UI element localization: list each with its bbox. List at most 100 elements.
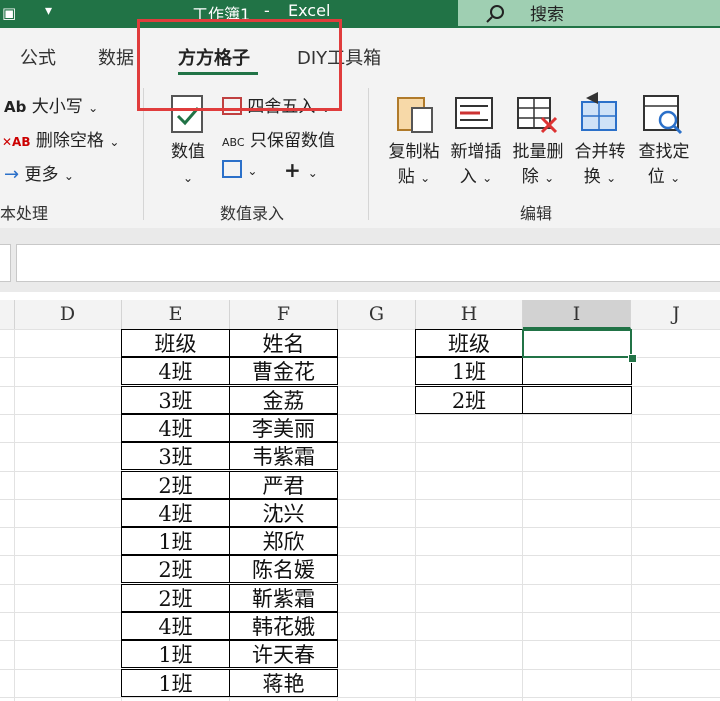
grid-hline: [0, 669, 720, 670]
search-box[interactable]: 搜索: [458, 0, 720, 26]
chevron-down-icon: ⌄: [182, 171, 194, 185]
side-header-cell[interactable]: 班级: [415, 329, 523, 357]
group-divider: [368, 88, 369, 220]
class-cell[interactable]: 4班: [121, 499, 230, 527]
insert-label-2: 入: [459, 167, 477, 187]
more-button[interactable]: → 更多 ⌄: [4, 160, 74, 185]
copy-paste-button[interactable]: 复制粘 贴 ⌄: [384, 140, 444, 191]
insert-button[interactable]: 新增插 入 ⌄: [446, 140, 506, 191]
app-name: Excel: [288, 1, 331, 20]
chevron-down-icon: ⌄: [606, 171, 617, 185]
class-cell[interactable]: 1班: [121, 669, 230, 697]
class-cell[interactable]: 2班: [121, 471, 230, 499]
numeric-button[interactable]: 数值 ⌄: [160, 140, 216, 191]
formula-input[interactable]: [16, 244, 720, 282]
name-cell[interactable]: 靳紫霜: [229, 584, 338, 612]
name-cell[interactable]: 沈兴: [229, 499, 338, 527]
name-box[interactable]: [0, 244, 11, 282]
class-cell[interactable]: 4班: [121, 612, 230, 640]
search-icon: [486, 5, 504, 23]
grid-hline: [0, 442, 720, 443]
chevron-down-icon: ⌄: [109, 135, 120, 149]
keep-values-button[interactable]: ABC 只保留数值: [222, 126, 335, 151]
class-cell[interactable]: 1班: [121, 527, 230, 555]
name-cell[interactable]: 李美丽: [229, 414, 338, 442]
chevron-down-icon: ⌄: [670, 171, 681, 185]
name-cell[interactable]: 陈名媛: [229, 555, 338, 583]
edit-list-button[interactable]: ⌄: [222, 160, 257, 180]
side-value-cell[interactable]: [522, 357, 632, 385]
find-locate-label-2: 位: [647, 167, 665, 187]
grid-hline: [0, 584, 720, 585]
header-cell-class[interactable]: 班级: [121, 329, 230, 357]
grid-hline: [0, 471, 720, 472]
class-cell[interactable]: 3班: [121, 442, 230, 470]
group-label-text-processing: 本处理: [0, 204, 49, 223]
name-cell[interactable]: 金荔: [229, 386, 338, 414]
plus-button[interactable]: + ⌄: [284, 158, 318, 182]
merge-convert-button[interactable]: 合并转 换 ⌄: [570, 140, 630, 191]
class-cell[interactable]: 3班: [121, 386, 230, 414]
column-header-h[interactable]: H: [416, 300, 523, 329]
side-class-cell[interactable]: 2班: [415, 386, 523, 414]
chevron-down-icon: ⌄: [88, 101, 99, 115]
grid-hline: [0, 612, 720, 613]
name-cell[interactable]: 蒋艳: [229, 669, 338, 697]
tab-data[interactable]: 数据: [98, 44, 134, 70]
batch-delete-label-2: 除: [521, 167, 539, 187]
name-cell[interactable]: 许天春: [229, 640, 338, 668]
class-cell[interactable]: 4班: [121, 357, 230, 385]
fill-handle[interactable]: [628, 354, 637, 363]
batch-delete-icon: [517, 97, 558, 134]
column-header-i[interactable]: I: [523, 300, 631, 329]
name-cell[interactable]: 韩花娥: [229, 612, 338, 640]
save-icon[interactable]: ▣: [2, 4, 20, 22]
abc-icon: ABC: [222, 136, 245, 149]
column-header-f[interactable]: F: [230, 300, 338, 329]
case-button[interactable]: Ab 大小写 ⌄: [4, 92, 98, 117]
chevron-down-icon: ⌄: [307, 166, 318, 180]
class-cell[interactable]: 2班: [121, 555, 230, 583]
remove-spaces-label: 删除空格: [35, 131, 104, 151]
batch-delete-button[interactable]: 批量删 除 ⌄: [508, 140, 568, 191]
remove-spaces-button[interactable]: ✕AB 删除空格 ⌄: [2, 126, 119, 151]
header-cell-name[interactable]: 姓名: [229, 329, 338, 357]
merge-convert-icon: [581, 92, 617, 131]
side-value-cell[interactable]: [522, 386, 632, 414]
edit-list-icon: [222, 160, 242, 178]
class-cell[interactable]: 2班: [121, 584, 230, 612]
ribbon-tabs: 公式 数据 方方格子 DIY工具箱: [0, 28, 720, 80]
column-header-g[interactable]: G: [338, 300, 416, 329]
column-header-d[interactable]: D: [14, 300, 122, 329]
case-label: 大小写: [31, 97, 83, 117]
grid-hline: [0, 640, 720, 641]
side-class-cell[interactable]: 1班: [415, 357, 523, 385]
copy-paste-label-2: 贴: [397, 167, 415, 187]
column-header-e[interactable]: E: [122, 300, 230, 329]
find-locate-button[interactable]: 查找定 位 ⌄: [634, 140, 694, 191]
copy-paste-label-1: 复制粘: [388, 142, 440, 162]
remove-spaces-icon: ✕AB: [2, 135, 31, 149]
tab-formulas[interactable]: 公式: [20, 44, 56, 70]
find-locate-icon: [643, 95, 683, 135]
grid-hline: [0, 527, 720, 528]
highlight-box: [137, 19, 342, 111]
insert-label-1: 新增插: [450, 142, 502, 162]
keep-values-label: 只保留数值: [249, 131, 335, 151]
active-cell-i2[interactable]: [522, 329, 632, 358]
name-cell[interactable]: 郑欣: [229, 527, 338, 555]
copy-paste-icon: [397, 97, 433, 133]
name-cell[interactable]: 韦紫霜: [229, 442, 338, 470]
chevron-down-icon: ⌄: [247, 164, 258, 178]
merge-convert-label-2: 换: [583, 167, 601, 187]
find-locate-label-1: 查找定: [638, 142, 690, 162]
name-cell[interactable]: 严君: [229, 471, 338, 499]
column-header-j[interactable]: J: [632, 300, 720, 329]
chevron-down-icon: ⌄: [544, 171, 555, 185]
quick-access-dropdown-icon[interactable]: ▾: [45, 3, 52, 19]
class-cell[interactable]: 1班: [121, 640, 230, 668]
grid-hline: [0, 414, 720, 415]
column-header-c[interactable]: [0, 300, 15, 329]
class-cell[interactable]: 4班: [121, 414, 230, 442]
name-cell[interactable]: 曹金花: [229, 357, 338, 385]
